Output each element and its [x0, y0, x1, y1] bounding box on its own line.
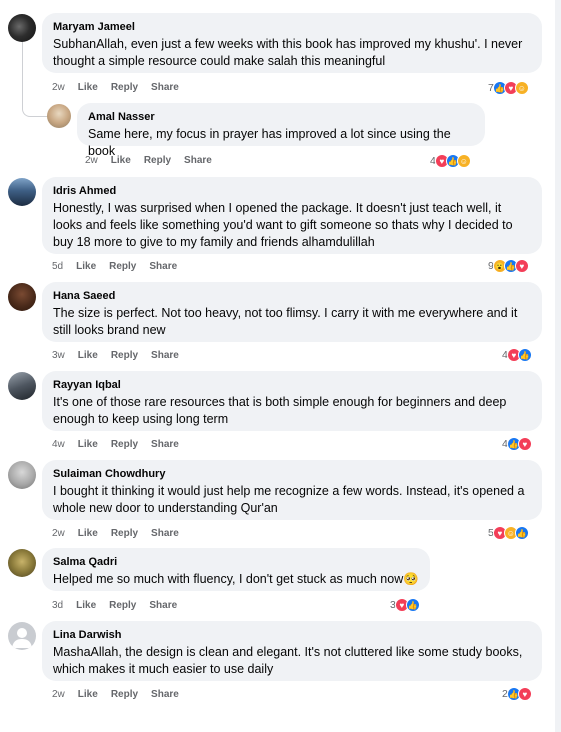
comment-time[interactable]: 3w	[52, 350, 65, 362]
like-button[interactable]: Like	[76, 600, 96, 612]
comment-time[interactable]: 2w	[52, 689, 65, 701]
avatar[interactable]	[8, 622, 36, 650]
comment-author[interactable]: Maryam Jameel	[53, 20, 531, 34]
comment-text: The size is perfect. Not too heavy, not …	[53, 306, 518, 337]
reaction-summary[interactable]: 3 ♥ 👍	[390, 597, 420, 613]
avatar[interactable]	[8, 461, 36, 489]
comment-actions: 2w Like Reply Share	[52, 528, 179, 540]
comment-actions: 2w Like Reply Share	[52, 82, 179, 94]
comment-author[interactable]: Salma Qadri	[53, 555, 419, 569]
comment-actions: 3w Like Reply Share	[52, 350, 179, 362]
reply-button[interactable]: Reply	[109, 261, 136, 273]
reaction-summary[interactable]: 7 👍 ♥ ☺	[488, 80, 529, 96]
like-reaction-icon: 👍	[405, 598, 420, 612]
avatar[interactable]	[47, 104, 71, 128]
comment-author[interactable]: Lina Darwish	[53, 628, 531, 642]
like-button[interactable]: Like	[78, 82, 98, 94]
default-avatar-icon	[12, 628, 32, 648]
share-button[interactable]: Share	[184, 155, 212, 167]
comment-text: MashaAllah, the design is clean and eleg…	[53, 645, 523, 676]
share-button[interactable]: Share	[151, 350, 179, 362]
reply-button[interactable]: Reply	[144, 155, 171, 167]
reply-button[interactable]: Reply	[111, 439, 138, 451]
avatar[interactable]	[8, 549, 36, 577]
comment-actions: 2w Like Reply Share	[52, 689, 179, 701]
comment-time[interactable]: 4w	[52, 439, 65, 451]
like-button[interactable]: Like	[78, 689, 98, 701]
comment-actions: 2w Like Reply Share	[85, 155, 212, 167]
like-button[interactable]: Like	[111, 155, 131, 167]
comment-time[interactable]: 2w	[52, 82, 65, 94]
reply-button[interactable]: Reply	[111, 350, 138, 362]
comment-text: SubhanAllah, even just a few weeks with …	[53, 37, 523, 68]
love-reaction-icon: ♥	[517, 437, 532, 451]
comment-author[interactable]: Amal Nasser	[88, 110, 474, 124]
like-reaction-icon: 👍	[517, 348, 532, 362]
comment-time[interactable]: 2w	[85, 155, 98, 167]
comment-author[interactable]: Idris Ahmed	[53, 184, 531, 198]
comment-bubble: Sulaiman Chowdhury I bought it thinking …	[42, 460, 542, 520]
comment-bubble: Idris Ahmed Honestly, I was surprised wh…	[42, 177, 542, 254]
care-reaction-icon: ☺	[456, 154, 471, 168]
like-button[interactable]: Like	[78, 439, 98, 451]
comment-actions: 5d Like Reply Share	[52, 261, 177, 273]
comment-bubble: Hana Saeed The size is perfect. Not too …	[42, 282, 542, 342]
avatar[interactable]	[8, 178, 36, 206]
share-button[interactable]: Share	[151, 528, 179, 540]
reaction-summary[interactable]: 4 ♥ 👍	[502, 347, 532, 363]
avatar[interactable]	[8, 14, 36, 42]
like-button[interactable]: Like	[78, 350, 98, 362]
share-button[interactable]: Share	[149, 600, 177, 612]
avatar[interactable]	[8, 283, 36, 311]
reaction-summary[interactable]: 5 ♥ ☺ 👍	[488, 525, 529, 541]
comment-bubble: Lina Darwish MashaAllah, the design is c…	[42, 621, 542, 681]
share-button[interactable]: Share	[151, 689, 179, 701]
love-reaction-icon: ♥	[514, 259, 529, 273]
comment-bubble: Maryam Jameel SubhanAllah, even just a f…	[42, 13, 542, 73]
reaction-summary[interactable]: 4 👍 ♥	[502, 436, 532, 452]
care-reaction-icon: ☺	[514, 81, 529, 95]
reaction-summary[interactable]: 9 😮 👍 ♥	[488, 258, 529, 274]
comment-author[interactable]: Sulaiman Chowdhury	[53, 467, 531, 481]
reaction-summary[interactable]: 4 ♥ 👍 ☺	[430, 153, 471, 169]
comment-actions: 4w Like Reply Share	[52, 439, 179, 451]
comment-bubble: Amal Nasser Same here, my focus in praye…	[77, 103, 485, 158]
comment-author[interactable]: Hana Saeed	[53, 289, 531, 303]
love-reaction-icon: ♥	[517, 687, 532, 701]
like-reaction-icon: 👍	[514, 526, 529, 540]
comment-actions: 3d Like Reply Share	[52, 600, 177, 612]
comment-time[interactable]: 2w	[52, 528, 65, 540]
comment-text: I bought it thinking it would just help …	[53, 484, 525, 515]
comment-time[interactable]: 3d	[52, 600, 63, 612]
scrollbar[interactable]	[555, 0, 561, 732]
reply-button[interactable]: Reply	[111, 528, 138, 540]
share-button[interactable]: Share	[151, 82, 179, 94]
reply-button[interactable]: Reply	[111, 689, 138, 701]
like-button[interactable]: Like	[76, 261, 96, 273]
reply-button[interactable]: Reply	[111, 82, 138, 94]
avatar[interactable]	[8, 372, 36, 400]
like-button[interactable]: Like	[78, 528, 98, 540]
share-button[interactable]: Share	[151, 439, 179, 451]
reaction-summary[interactable]: 2 👍 ♥	[502, 686, 532, 702]
share-button[interactable]: Share	[149, 261, 177, 273]
comment-text: Helped me so much with fluency, I don't …	[53, 572, 419, 586]
comment-text: It's one of those rare resources that is…	[53, 395, 507, 426]
comment-bubble: Rayyan Iqbal It's one of those rare reso…	[42, 371, 542, 431]
comment-bubble: Salma Qadri Helped me so much with fluen…	[42, 548, 430, 591]
comment-text: Honestly, I was surprised when I opened …	[53, 201, 513, 249]
comment-author[interactable]: Rayyan Iqbal	[53, 378, 531, 392]
reply-button[interactable]: Reply	[109, 600, 136, 612]
comment-time[interactable]: 5d	[52, 261, 63, 273]
